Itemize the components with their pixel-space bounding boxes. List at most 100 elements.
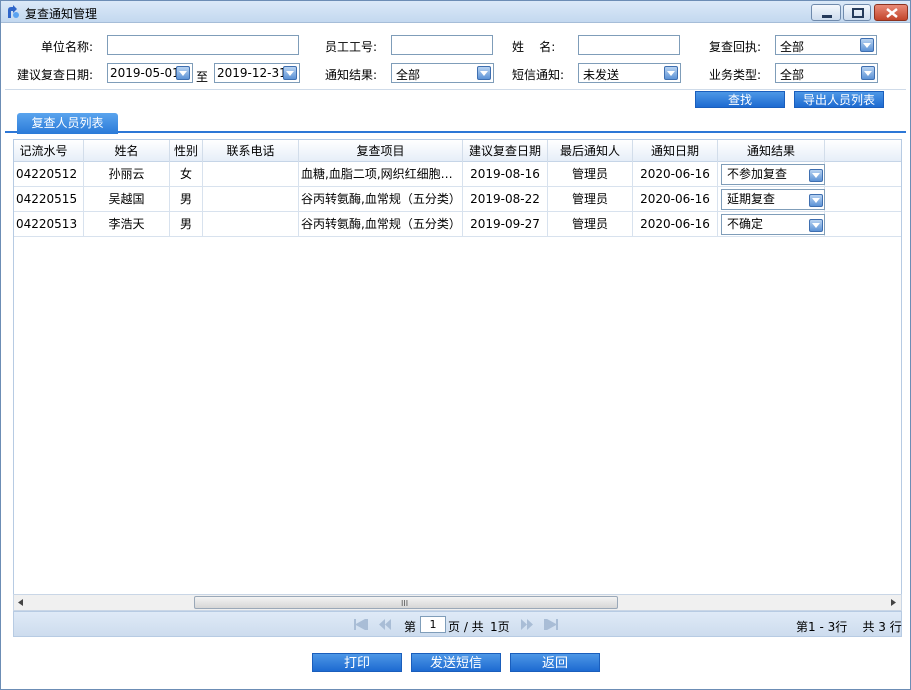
employee-id-input[interactable] — [391, 35, 493, 55]
cell-serial: 04220515 — [14, 187, 84, 212]
cell-suggest-date: 2019-08-22 — [463, 187, 548, 212]
col-suggest-date[interactable]: 建议复查日期 — [463, 140, 548, 162]
search-button[interactable]: 查找 — [695, 91, 785, 108]
reply-value: 全部 — [780, 40, 805, 54]
chevron-down-icon[interactable] — [861, 66, 875, 80]
tab-recheck-list[interactable]: 复查人员列表 — [17, 113, 118, 134]
calendar-dropdown-icon[interactable] — [176, 66, 190, 80]
cell-notice-date: 2020-06-16 — [633, 187, 718, 212]
print-button[interactable]: 打印 — [312, 653, 402, 672]
biz-type-value: 全部 — [780, 68, 805, 82]
date-from-value: 2019-05-01 — [110, 66, 180, 80]
last-page-icon[interactable] — [544, 619, 558, 630]
col-result[interactable]: 通知结果 — [718, 140, 825, 162]
send-sms-button[interactable]: 发送短信 — [411, 653, 501, 672]
cell-gender: 男 — [170, 212, 203, 237]
name-input[interactable] — [578, 35, 680, 55]
chevron-down-icon[interactable] — [860, 38, 874, 52]
next-page-icon[interactable] — [520, 619, 534, 630]
result-row-value: 不确定 — [727, 217, 764, 231]
cell-name: 吴越国 — [84, 187, 170, 212]
row-summary: 第1 - 3行 共 3 行 — [796, 620, 902, 634]
name-label: 姓 名: — [512, 40, 556, 54]
cell-notice-date: 2020-06-16 — [633, 212, 718, 237]
col-gender[interactable]: 性别 — [170, 140, 203, 162]
prev-page-icon[interactable] — [378, 619, 392, 630]
chevron-down-icon[interactable] — [809, 169, 823, 182]
export-list-button[interactable]: 导出人员列表 — [794, 91, 884, 108]
table-row[interactable]: 04220513 李浩天 男 谷丙转氨酶,血常规（五分类） 2019-09-27… — [14, 212, 901, 237]
total-pages: 1页 — [490, 620, 510, 634]
maximize-icon — [852, 8, 864, 18]
cell-serial: 04220513 — [14, 212, 84, 237]
data-table: 记流水号 姓名 性别 联系电话 复查项目 建议复查日期 最后通知人 通知日期 通… — [13, 139, 902, 595]
filter-panel: 单位名称: 员工工号: 姓 名: 复查回执: 全部 建议复查日期: 2019-0… — [5, 28, 906, 90]
pager-bar: 第 1 页 / 共 1页 第1 - 3行 共 3 行 — [13, 611, 902, 637]
horizontal-scrollbar[interactable]: III — [13, 594, 902, 611]
app-logo-icon — [8, 5, 19, 18]
suggest-date-label: 建议复查日期: — [17, 68, 94, 82]
date-to-picker[interactable]: 2019-12-31 — [214, 63, 300, 83]
col-phone[interactable]: 联系电话 — [203, 140, 299, 162]
cell-gender: 男 — [170, 187, 203, 212]
result-row-select[interactable]: 不参加复查 — [721, 164, 825, 185]
result-select[interactable]: 全部 — [391, 63, 494, 83]
date-from-picker[interactable]: 2019-05-01 — [107, 63, 193, 83]
back-button[interactable]: 返回 — [510, 653, 600, 672]
unit-label: 单位名称: — [41, 40, 94, 54]
app-window: 复查通知管理 单位名称: 员工工号: 姓 名: 复查回执: 全部 建议复查日期:… — [0, 0, 911, 690]
cell-phone — [203, 212, 299, 237]
cell-suggest-date: 2019-09-27 — [463, 212, 548, 237]
close-icon — [886, 8, 898, 18]
cell-gender: 女 — [170, 162, 203, 187]
chevron-down-icon[interactable] — [477, 66, 491, 80]
cell-items: 血糖,血脂二项,网织红细胞… — [299, 162, 463, 187]
table-header: 记流水号 姓名 性别 联系电话 复查项目 建议复查日期 最后通知人 通知日期 通… — [14, 140, 901, 162]
result-row-value: 延期复查 — [727, 192, 776, 206]
result-label: 通知结果: — [325, 68, 378, 82]
cell-notifier: 管理员 — [548, 187, 633, 212]
result-row-select[interactable]: 不确定 — [721, 214, 825, 235]
table-row[interactable]: 04220515 吴越国 男 谷丙转氨酶,血常规（五分类） 2019-08-22… — [14, 187, 901, 212]
cell-items: 谷丙转氨酶,血常规（五分类） — [299, 212, 463, 237]
reply-select[interactable]: 全部 — [775, 35, 877, 55]
page-prefix: 第 — [404, 620, 417, 634]
cell-name: 李浩天 — [84, 212, 170, 237]
result-row-select[interactable]: 延期复查 — [721, 189, 825, 210]
tab-strip: 复查人员列表 — [5, 109, 906, 134]
sms-select[interactable]: 未发送 — [578, 63, 681, 83]
cell-suggest-date: 2019-08-16 — [463, 162, 548, 187]
cell-notifier: 管理员 — [548, 162, 633, 187]
cell-phone — [203, 187, 299, 212]
window-title: 复查通知管理 — [25, 7, 98, 21]
scroll-right-icon[interactable] — [891, 599, 897, 606]
biz-type-label: 业务类型: — [709, 68, 762, 82]
first-page-icon[interactable] — [354, 619, 368, 630]
minimize-button[interactable] — [811, 4, 841, 21]
close-button[interactable] — [874, 4, 908, 21]
chevron-down-icon[interactable] — [809, 194, 823, 207]
cell-notifier: 管理员 — [548, 212, 633, 237]
scroll-thumb[interactable]: III — [194, 596, 618, 609]
scroll-grip: III — [401, 599, 409, 608]
col-notice-date[interactable]: 通知日期 — [633, 140, 718, 162]
calendar-dropdown-icon[interactable] — [283, 66, 297, 80]
sms-label: 短信通知: — [512, 68, 565, 82]
page-mid-label: 页 / 共 — [448, 620, 484, 634]
unit-name-input[interactable] — [107, 35, 299, 55]
col-notifier[interactable]: 最后通知人 — [548, 140, 633, 162]
title-bar: 复查通知管理 — [1, 1, 910, 23]
cell-serial: 04220512 — [14, 162, 84, 187]
chevron-down-icon[interactable] — [664, 66, 678, 80]
maximize-button[interactable] — [843, 4, 871, 21]
scroll-left-icon[interactable] — [18, 599, 24, 606]
col-serial[interactable]: 记流水号 — [14, 140, 84, 162]
sms-value: 未发送 — [583, 68, 620, 82]
table-row[interactable]: 04220512 孙丽云 女 血糖,血脂二项,网织红细胞… 2019-08-16… — [14, 162, 901, 187]
col-name[interactable]: 姓名 — [84, 140, 170, 162]
biz-type-select[interactable]: 全部 — [775, 63, 878, 83]
page-number-input[interactable]: 1 — [420, 616, 446, 633]
result-value: 全部 — [396, 68, 421, 82]
col-items[interactable]: 复查项目 — [299, 140, 463, 162]
chevron-down-icon[interactable] — [809, 219, 823, 232]
